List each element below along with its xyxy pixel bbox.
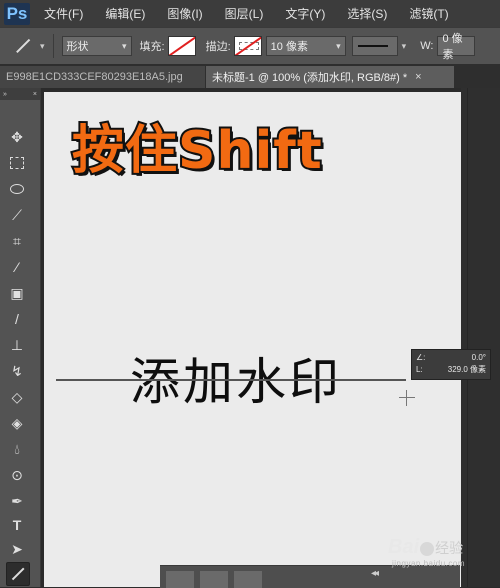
panel-tab[interactable] bbox=[234, 571, 262, 588]
healing-brush-tool-icon[interactable]: ▣ bbox=[6, 282, 28, 304]
brush-tool-icon[interactable]: / bbox=[6, 308, 28, 330]
menu-select[interactable]: 选择(S) bbox=[347, 5, 387, 22]
chevron-down-icon[interactable]: ▾ bbox=[40, 41, 45, 52]
right-panel-area bbox=[461, 88, 500, 587]
menu-type[interactable]: 文字(Y) bbox=[285, 5, 325, 22]
history-brush-tool-icon[interactable]: ↯ bbox=[6, 360, 28, 382]
line-tool-preset-icon[interactable] bbox=[10, 35, 36, 57]
angle-label: ∠: bbox=[416, 353, 426, 362]
tab-untitled-1[interactable]: 未标题-1 @ 100% (添加水印, RGB/8#) * × bbox=[206, 66, 454, 88]
chevron-down-icon: ▾ bbox=[122, 40, 127, 51]
width-value: 0 像素 bbox=[442, 33, 463, 61]
photoshop-logo-icon: Ps bbox=[4, 2, 30, 25]
stroke-swatch[interactable] bbox=[233, 36, 262, 56]
menu-edit[interactable]: 编辑(E) bbox=[105, 5, 145, 22]
collapse-arrows-icon[interactable]: ◂◂ bbox=[371, 568, 379, 579]
path-selection-tool-icon[interactable]: ➤ bbox=[6, 538, 28, 560]
title-graphic-text: 按住Shift bbox=[70, 119, 324, 183]
length-value: 329.0 像素 bbox=[447, 365, 486, 374]
close-icon[interactable]: × bbox=[415, 71, 421, 83]
baidu-paw-icon bbox=[420, 541, 435, 556]
angle-value: 0.0° bbox=[471, 353, 486, 362]
paint-bucket-tool-icon[interactable]: ◈ bbox=[6, 412, 28, 434]
quick-selection-tool-icon[interactable]: ⟋ bbox=[6, 204, 28, 226]
divider bbox=[52, 34, 54, 58]
tool-mode-select[interactable]: 形状 ▾ bbox=[61, 36, 132, 56]
line-tool-icon[interactable] bbox=[6, 562, 30, 586]
stroke-width-field[interactable]: 10 像素 ▾ bbox=[265, 36, 346, 56]
lasso-tool-icon[interactable] bbox=[6, 178, 28, 200]
tools-panel: » × ✥ ⟋ ⌗ ⁄ ▣ / ⊥ ↯ ◇ ◈ 💧︎ ⊙ ✒︎ T ➤ bbox=[0, 88, 41, 587]
stroke-style-select[interactable] bbox=[351, 36, 398, 56]
chevron-down-icon: ▾ bbox=[336, 40, 341, 51]
watermark-text: 添加水印 bbox=[130, 353, 342, 411]
fill-label: 填充: bbox=[139, 41, 165, 53]
stroke-width-value: 10 像素 bbox=[270, 41, 308, 53]
crop-tool-icon[interactable]: ⌗ bbox=[6, 230, 28, 252]
tool-mode-value: 形状 bbox=[66, 41, 89, 53]
drawn-line-shape bbox=[56, 379, 406, 381]
dodge-tool-icon[interactable]: ⊙ bbox=[6, 464, 28, 486]
eyedropper-tool-icon[interactable]: ⁄ bbox=[6, 256, 28, 278]
blur-tool-icon[interactable]: 💧︎ bbox=[6, 438, 28, 460]
baidu-jingyan-watermark: Bai 经验 jingyan.baidu.com bbox=[388, 536, 464, 568]
length-label: L: bbox=[416, 365, 423, 374]
bottom-panel bbox=[160, 565, 460, 588]
panel-tab[interactable] bbox=[166, 571, 194, 588]
baidu-url-text: jingyan.baidu.com bbox=[392, 559, 465, 568]
baidu-brand-text: Bai bbox=[388, 536, 420, 558]
width-label: W: bbox=[420, 40, 434, 52]
panel-tab[interactable] bbox=[200, 571, 228, 588]
crosshair-cursor-icon bbox=[399, 390, 415, 406]
tools-panel-header: » × bbox=[0, 88, 40, 100]
tool-options-bar: ▾ 形状 ▾ 填充: 描边: 10 像素 ▾ ▾ W: 0 像素 bbox=[0, 27, 500, 65]
move-tool-icon[interactable]: ✥ bbox=[6, 126, 28, 148]
marquee-tool-icon[interactable] bbox=[6, 152, 28, 174]
measure-tooltip: ∠: 0.0° L: 329.0 像素 bbox=[411, 349, 491, 380]
tab-label: 未标题-1 @ 100% (添加水印, RGB/8#) * bbox=[212, 72, 408, 84]
menu-filter[interactable]: 滤镜(T) bbox=[409, 5, 448, 22]
menu-bar: Ps 文件(F) 编辑(E) 图像(I) 图层(L) 文字(Y) 选择(S) 滤… bbox=[0, 0, 500, 27]
fill-swatch[interactable] bbox=[167, 36, 196, 56]
pen-tool-icon[interactable]: ✒︎ bbox=[6, 490, 28, 512]
collapse-icon[interactable]: » bbox=[3, 91, 7, 98]
menu-image[interactable]: 图像(I) bbox=[167, 5, 202, 22]
stroke-label: 描边: bbox=[205, 41, 231, 53]
type-tool-icon[interactable]: T bbox=[6, 514, 28, 536]
tab-document-jpg[interactable]: E998E1CD333CEF80293E18A5.jpg bbox=[0, 66, 205, 88]
document-canvas[interactable]: 按住Shift 添加水印 bbox=[44, 92, 461, 587]
baidu-brand-suffix: 经验 bbox=[435, 540, 464, 556]
menu-file[interactable]: 文件(F) bbox=[44, 5, 83, 22]
document-tab-bar: E998E1CD333CEF80293E18A5.jpg 未标题-1 @ 100… bbox=[0, 64, 500, 88]
width-field[interactable]: 0 像素 bbox=[437, 33, 476, 61]
eraser-tool-icon[interactable]: ◇ bbox=[6, 386, 28, 408]
clone-stamp-tool-icon[interactable]: ⊥ bbox=[6, 334, 28, 356]
menu-layer[interactable]: 图层(L) bbox=[225, 5, 264, 22]
tab-label: E998E1CD333CEF80293E18A5.jpg bbox=[6, 71, 183, 83]
close-icon[interactable]: × bbox=[33, 91, 37, 98]
chevron-down-icon[interactable]: ▾ bbox=[402, 41, 407, 52]
